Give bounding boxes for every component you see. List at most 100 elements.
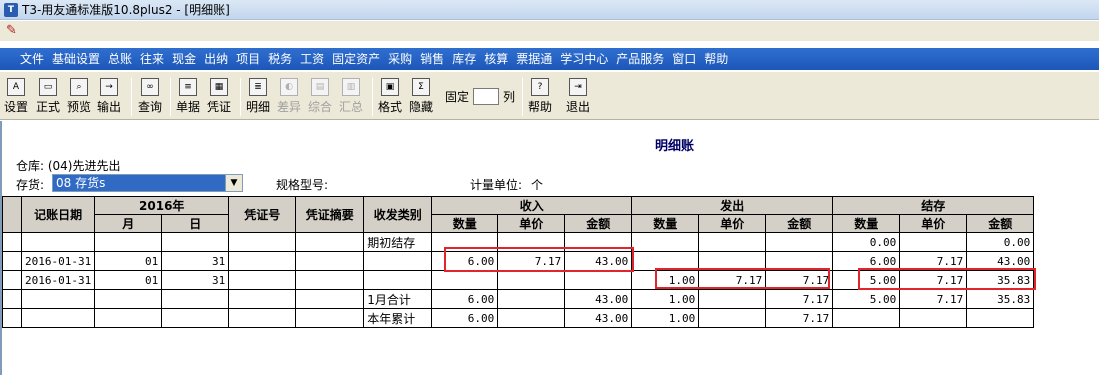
inventory-select[interactable]: 08 存货s ▼	[52, 174, 243, 192]
menu-cashier[interactable]: 出纳	[200, 48, 232, 70]
cell-bal-qty[interactable]	[832, 308, 901, 328]
cell-in-price[interactable]: 7.17	[497, 251, 566, 271]
cell-voucher-desc[interactable]	[295, 270, 365, 290]
menu-learning[interactable]: 学习中心	[556, 48, 612, 70]
cell-voucher-desc[interactable]	[295, 232, 365, 252]
cell-out-price[interactable]: 7.17	[698, 270, 767, 290]
cell-bal-price[interactable]: 7.17	[899, 251, 968, 271]
cell-in-qty[interactable]	[431, 270, 499, 290]
menu-general-ledger[interactable]: 总账	[104, 48, 136, 70]
menu-cash[interactable]: 现金	[168, 48, 200, 70]
cell-day[interactable]: 31	[161, 251, 230, 271]
menu-sales[interactable]: 销售	[416, 48, 448, 70]
cell-date[interactable]: 2016-01-31	[20, 251, 96, 271]
cell-out-price[interactable]	[698, 251, 767, 271]
cell-in-qty[interactable]: 6.00	[431, 289, 499, 309]
exit-button[interactable]: ⇥ 退出	[566, 78, 590, 118]
cell-out-price[interactable]	[698, 232, 767, 252]
cell-bal-qty[interactable]: 5.00	[832, 289, 901, 309]
cell-bal-amount[interactable]	[966, 308, 1035, 328]
table-row[interactable]: 2016-01-31 01 31 6.00 7.17 43.00 6.00 7.…	[2, 251, 1035, 271]
menu-fixed-assets[interactable]: 固定资产	[328, 48, 384, 70]
cell-month[interactable]: 01	[94, 270, 163, 290]
hide-button[interactable]: Σ 隐藏	[409, 78, 433, 118]
cell-voucher-no[interactable]	[228, 308, 297, 328]
total-button[interactable]: ▥ 汇总	[339, 78, 363, 118]
query-button[interactable]: ∞ 查询	[138, 78, 162, 118]
cell-month[interactable]	[94, 308, 163, 328]
cell-bal-price[interactable]: 7.17	[899, 289, 968, 309]
help-button[interactable]: ? 帮助	[528, 78, 552, 118]
cell-date[interactable]: 2016-01-31	[20, 270, 96, 290]
detail-button[interactable]: ≣ 明细	[246, 78, 270, 118]
cell-out-amount[interactable]	[765, 251, 834, 271]
row-selector[interactable]	[2, 270, 22, 290]
cell-bal-amount[interactable]: 35.83	[966, 270, 1035, 290]
cell-in-qty[interactable]: 6.00	[431, 308, 499, 328]
cell-bal-qty[interactable]: 5.00	[832, 270, 901, 290]
table-row[interactable]: 1月合计 6.00 43.00 1.00 7.17 5.00 7.17 35.8…	[2, 289, 1035, 309]
cell-in-amount[interactable]: 43.00	[564, 251, 633, 271]
row-selector[interactable]	[2, 232, 22, 252]
menu-tax[interactable]: 税务	[264, 48, 296, 70]
cell-bal-amount[interactable]: 35.83	[966, 289, 1035, 309]
menu-file[interactable]: 文件	[16, 48, 48, 70]
row-selector[interactable]	[2, 308, 22, 328]
cell-voucher-desc[interactable]	[295, 289, 365, 309]
voucher-button[interactable]: ▦ 凭证	[207, 78, 231, 118]
cell-out-amount[interactable]: 7.17	[765, 270, 834, 290]
cell-bal-qty[interactable]: 0.00	[832, 232, 901, 252]
cell-bal-amount[interactable]: 43.00	[966, 251, 1035, 271]
cell-month[interactable]	[94, 289, 163, 309]
preview-button[interactable]: ⌕ 预览	[67, 78, 91, 118]
cell-out-qty[interactable]	[631, 251, 700, 271]
menu-basic-settings[interactable]: 基础设置	[48, 48, 104, 70]
format-button[interactable]: ▣ 格式	[378, 78, 402, 118]
diff-button[interactable]: ◐ 差异	[277, 78, 301, 118]
cell-month[interactable]	[94, 232, 163, 252]
cell-in-price[interactable]	[497, 308, 566, 328]
cell-out-qty[interactable]: 1.00	[631, 289, 700, 309]
menu-accounts[interactable]: 往来	[136, 48, 168, 70]
menu-inventory[interactable]: 库存	[448, 48, 480, 70]
cell-in-qty[interactable]	[431, 232, 499, 252]
menu-project[interactable]: 项目	[232, 48, 264, 70]
cell-in-qty[interactable]: 6.00	[431, 251, 499, 271]
dropdown-arrow-icon[interactable]: ▼	[225, 175, 242, 191]
cell-day[interactable]: 31	[161, 270, 230, 290]
cell-bal-amount[interactable]: 0.00	[966, 232, 1035, 252]
cell-day[interactable]	[161, 289, 230, 309]
cell-category[interactable]	[363, 251, 433, 271]
menu-services[interactable]: 产品服务	[612, 48, 668, 70]
table-row[interactable]: 期初结存 0.00 0.00	[2, 232, 1035, 252]
cell-day[interactable]	[161, 232, 230, 252]
menu-payroll[interactable]: 工资	[296, 48, 328, 70]
fix-columns-input[interactable]	[473, 88, 500, 105]
cell-voucher-no[interactable]	[228, 289, 297, 309]
row-selector[interactable]	[2, 289, 22, 309]
cell-out-price[interactable]	[698, 289, 767, 309]
setup-button[interactable]: A 设置	[4, 78, 28, 118]
cell-voucher-desc[interactable]	[295, 308, 365, 328]
menu-window[interactable]: 窗口	[668, 48, 700, 70]
cell-out-qty[interactable]: 1.00	[631, 308, 700, 328]
menu-purchase[interactable]: 采购	[384, 48, 416, 70]
cell-voucher-no[interactable]	[228, 270, 297, 290]
cell-in-price[interactable]	[497, 232, 566, 252]
cell-voucher-desc[interactable]	[295, 251, 365, 271]
cell-out-qty[interactable]: 1.00	[631, 270, 700, 290]
export-button[interactable]: → 输出	[97, 78, 121, 118]
document-window-icon[interactable]: ✎	[6, 23, 22, 39]
cell-voucher-no[interactable]	[228, 251, 297, 271]
cell-voucher-no[interactable]	[228, 232, 297, 252]
cell-out-amount[interactable]: 7.17	[765, 289, 834, 309]
cell-bal-qty[interactable]: 6.00	[832, 251, 901, 271]
cell-bal-price[interactable]: 7.17	[899, 270, 968, 290]
cell-in-price[interactable]	[497, 289, 566, 309]
cell-in-amount[interactable]	[564, 270, 633, 290]
cell-date[interactable]	[20, 308, 96, 328]
summary-button[interactable]: ▤ 综合	[308, 78, 332, 118]
document-button[interactable]: ≡ 单据	[176, 78, 200, 118]
row-selector[interactable]	[2, 251, 22, 271]
menu-costing[interactable]: 核算	[480, 48, 512, 70]
